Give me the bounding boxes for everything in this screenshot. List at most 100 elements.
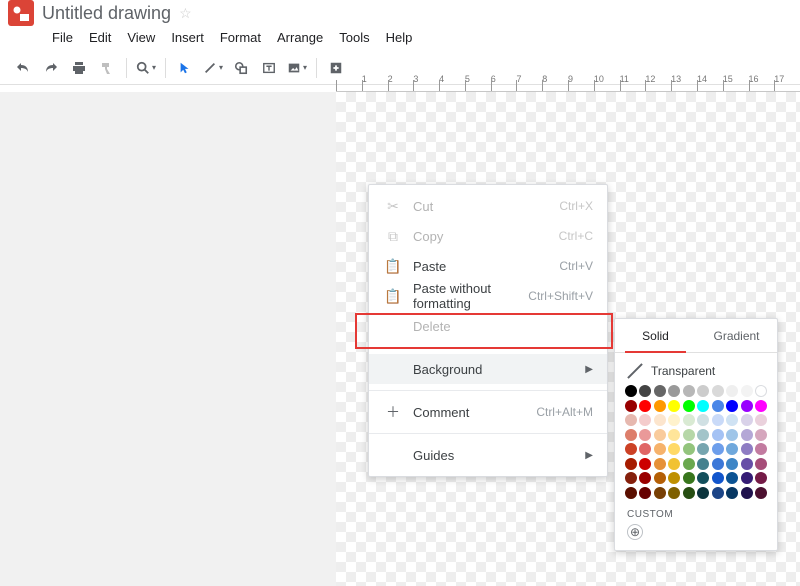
color-swatch[interactable] [712, 443, 724, 455]
color-swatch[interactable] [726, 385, 738, 397]
color-swatch[interactable] [625, 458, 637, 470]
color-swatch[interactable] [639, 487, 651, 499]
app-logo[interactable] [8, 0, 34, 26]
select-tool-icon[interactable] [172, 55, 198, 81]
color-swatch[interactable] [683, 458, 695, 470]
color-swatch[interactable] [683, 429, 695, 441]
color-swatch[interactable] [654, 487, 666, 499]
color-swatch[interactable] [697, 385, 709, 397]
color-swatch[interactable] [741, 487, 753, 499]
color-swatch[interactable] [697, 400, 709, 412]
color-swatch[interactable] [625, 400, 637, 412]
ctx-background[interactable]: Background ▶ [369, 354, 607, 384]
color-swatch[interactable] [712, 385, 724, 397]
paint-format-icon[interactable] [94, 55, 120, 81]
color-swatch[interactable] [639, 472, 651, 484]
ctx-comment[interactable]: ＋ Comment Ctrl+Alt+M [369, 397, 607, 427]
color-swatch[interactable] [697, 414, 709, 426]
color-swatch[interactable] [697, 472, 709, 484]
color-swatch[interactable] [668, 429, 680, 441]
menu-help[interactable]: Help [380, 28, 419, 47]
menu-edit[interactable]: Edit [83, 28, 117, 47]
color-swatch[interactable] [741, 429, 753, 441]
color-swatch[interactable] [654, 458, 666, 470]
color-swatch[interactable] [683, 400, 695, 412]
color-swatch[interactable] [755, 443, 767, 455]
color-swatch[interactable] [712, 458, 724, 470]
color-swatch[interactable] [625, 414, 637, 426]
color-swatch[interactable] [625, 443, 637, 455]
tab-solid[interactable]: Solid [615, 319, 696, 352]
color-swatch[interactable] [741, 472, 753, 484]
menu-view[interactable]: View [121, 28, 161, 47]
color-swatch[interactable] [683, 487, 695, 499]
add-custom-color[interactable]: ⊕ [627, 524, 643, 540]
ctx-paste-unformatted[interactable]: 📋 Paste without formatting Ctrl+Shift+V [369, 281, 607, 311]
ctx-paste[interactable]: 📋 Paste Ctrl+V [369, 251, 607, 281]
color-swatch[interactable] [712, 400, 724, 412]
color-swatch[interactable] [668, 414, 680, 426]
color-swatch[interactable] [755, 458, 767, 470]
color-swatch[interactable] [639, 414, 651, 426]
color-swatch[interactable] [639, 385, 651, 397]
redo-icon[interactable] [38, 55, 64, 81]
document-title[interactable]: Untitled drawing [42, 3, 171, 24]
color-swatch[interactable] [741, 458, 753, 470]
color-swatch[interactable] [726, 458, 738, 470]
ctx-guides[interactable]: Guides ▶ [369, 440, 607, 470]
shape-tool-icon[interactable] [228, 55, 254, 81]
color-swatch[interactable] [668, 443, 680, 455]
color-swatch[interactable] [683, 385, 695, 397]
color-swatch[interactable] [683, 443, 695, 455]
color-swatch[interactable] [697, 429, 709, 441]
color-swatch[interactable] [654, 400, 666, 412]
color-swatch[interactable] [639, 458, 651, 470]
color-swatch[interactable] [726, 414, 738, 426]
color-swatch[interactable] [683, 414, 695, 426]
image-icon[interactable] [284, 55, 310, 81]
transparent-option[interactable]: Transparent [615, 353, 777, 385]
color-swatch[interactable] [683, 472, 695, 484]
color-swatch[interactable] [726, 400, 738, 412]
zoom-icon[interactable] [133, 55, 159, 81]
color-swatch[interactable] [654, 429, 666, 441]
color-swatch[interactable] [712, 429, 724, 441]
color-swatch[interactable] [726, 443, 738, 455]
menu-insert[interactable]: Insert [165, 28, 210, 47]
color-swatch[interactable] [625, 429, 637, 441]
color-swatch[interactable] [755, 414, 767, 426]
color-swatch[interactable] [668, 472, 680, 484]
color-swatch[interactable] [741, 414, 753, 426]
color-swatch[interactable] [726, 429, 738, 441]
color-swatch[interactable] [697, 443, 709, 455]
color-swatch[interactable] [755, 400, 767, 412]
line-tool-icon[interactable] [200, 55, 226, 81]
color-swatch[interactable] [654, 385, 666, 397]
color-swatch[interactable] [726, 472, 738, 484]
color-swatch[interactable] [668, 487, 680, 499]
undo-icon[interactable] [10, 55, 36, 81]
color-swatch[interactable] [654, 414, 666, 426]
color-swatch[interactable] [755, 429, 767, 441]
color-swatch[interactable] [755, 487, 767, 499]
color-swatch[interactable] [668, 385, 680, 397]
color-swatch[interactable] [697, 487, 709, 499]
tab-gradient[interactable]: Gradient [696, 319, 777, 352]
menu-format[interactable]: Format [214, 28, 267, 47]
color-swatch[interactable] [654, 472, 666, 484]
color-swatch[interactable] [668, 458, 680, 470]
color-swatch[interactable] [755, 385, 767, 397]
menu-tools[interactable]: Tools [333, 28, 375, 47]
color-swatch[interactable] [755, 472, 767, 484]
color-swatch[interactable] [639, 400, 651, 412]
color-swatch[interactable] [712, 487, 724, 499]
color-swatch[interactable] [741, 400, 753, 412]
textbox-icon[interactable] [256, 55, 282, 81]
menu-file[interactable]: File [46, 28, 79, 47]
color-swatch[interactable] [712, 414, 724, 426]
color-swatch[interactable] [668, 400, 680, 412]
color-swatch[interactable] [741, 385, 753, 397]
color-swatch[interactable] [741, 443, 753, 455]
color-swatch[interactable] [697, 458, 709, 470]
color-swatch[interactable] [625, 385, 637, 397]
